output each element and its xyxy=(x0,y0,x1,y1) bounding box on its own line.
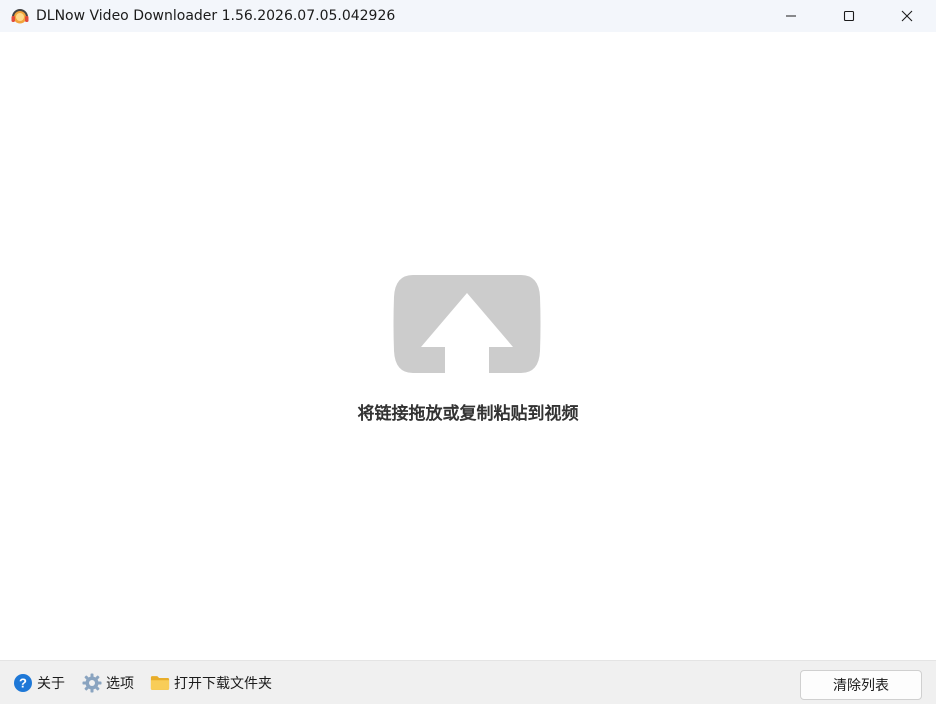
gear-icon xyxy=(82,673,102,693)
upload-arrow-icon xyxy=(393,275,541,373)
bottom-toolbar: ? 关于 选项 打开下载文件夹 清除列表 xyxy=(0,660,936,704)
maximize-button[interactable] xyxy=(820,0,878,32)
drop-hint-text: 将链接拖放或复制粘贴到视频 xyxy=(357,404,579,424)
open-folder-label: 打开下载文件夹 xyxy=(174,676,272,692)
window-title: DLNow Video Downloader 1.56.2026.07.05.0… xyxy=(36,8,396,24)
title-bar: DLNow Video Downloader 1.56.2026.07.05.0… xyxy=(0,0,936,32)
window-controls xyxy=(762,0,936,32)
minimize-button[interactable] xyxy=(762,0,820,32)
options-label: 选项 xyxy=(106,676,134,692)
close-icon xyxy=(901,10,913,22)
svg-text:?: ? xyxy=(19,676,27,691)
options-button[interactable]: 选项 xyxy=(82,661,134,704)
headphones-app-icon xyxy=(10,6,30,26)
folder-icon xyxy=(150,673,170,693)
open-download-folder-button[interactable]: 打开下载文件夹 xyxy=(150,661,272,704)
about-label: 关于 xyxy=(37,676,65,692)
clear-list-button[interactable]: 清除列表 xyxy=(800,670,922,700)
app-window: DLNow Video Downloader 1.56.2026.07.05.0… xyxy=(0,0,936,704)
close-button[interactable] xyxy=(878,0,936,32)
help-icon: ? xyxy=(13,673,33,693)
maximize-icon xyxy=(843,10,855,22)
drop-area[interactable]: 将链接拖放或复制粘贴到视频 xyxy=(0,32,936,660)
about-button[interactable]: ? 关于 xyxy=(13,661,65,704)
minimize-icon xyxy=(786,15,796,17)
